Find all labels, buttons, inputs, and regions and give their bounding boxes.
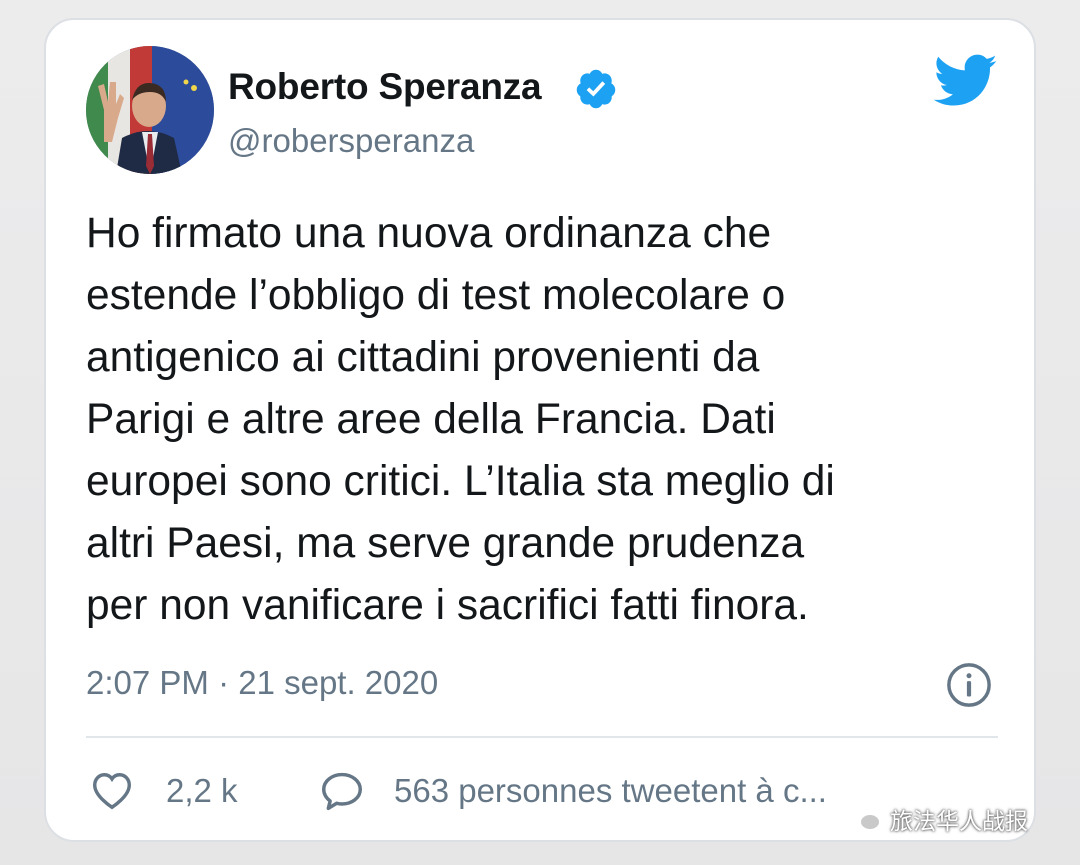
twitter-bird-icon[interactable] <box>934 54 998 108</box>
info-icon[interactable] <box>946 662 992 708</box>
verified-badge-icon <box>576 69 616 109</box>
avatar-photo <box>86 46 214 174</box>
divider <box>86 736 998 738</box>
watermark-text: 旅法华人战报 <box>890 809 1028 835</box>
tweet-timestamp[interactable]: 2:07 PM · 21 sept. 2020 <box>86 664 438 702</box>
wechat-watermark: 旅法华人战报 <box>848 802 1028 836</box>
tweet-card[interactable]: Roberto Speranza @robersperanza Ho firma… <box>44 18 1036 842</box>
tweet-text: Ho firmato una nuova ordinanza che esten… <box>86 210 835 629</box>
avatar[interactable] <box>86 46 214 174</box>
author-handle[interactable]: @robersperanza <box>228 122 474 160</box>
heart-icon[interactable] <box>90 770 134 810</box>
reply-bubble-icon[interactable] <box>320 770 364 812</box>
wechat-icon <box>849 806 881 831</box>
reply-count[interactable]: 563 personnes tweetent à c... <box>394 772 827 810</box>
like-count[interactable]: 2,2 k <box>166 772 238 810</box>
author-name[interactable]: Roberto Speranza <box>228 66 542 108</box>
screenshot-page: Roberto Speranza @robersperanza Ho firma… <box>0 0 1080 865</box>
